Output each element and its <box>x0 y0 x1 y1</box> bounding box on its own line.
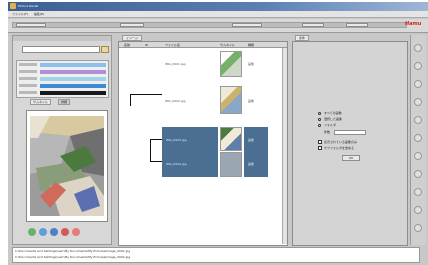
row-3-thumbnail[interactable] <box>220 127 242 151</box>
row-1-type: 画像 <box>248 62 255 66</box>
option-radio-2[interactable] <box>318 118 321 121</box>
column-type[interactable]: 種類 <box>248 43 254 47</box>
option-check-1[interactable] <box>318 140 322 144</box>
color-button-blue[interactable] <box>39 228 47 236</box>
tree-line-2h <box>150 139 162 140</box>
row-3-type: 画像 <box>248 138 255 142</box>
row-2-type: 画像 <box>248 99 255 103</box>
menu-file[interactable]: ファイル(F) <box>12 12 28 16</box>
preview-image <box>30 116 104 216</box>
tool-icon-2[interactable] <box>414 62 422 70</box>
title-bar <box>8 2 428 11</box>
row-3-file: IMG_0003.jpg <box>166 138 187 142</box>
row-1-thumbnail[interactable] <box>220 51 242 77</box>
option-label-5: サブフォルダを含める <box>324 146 355 150</box>
toolbar-button-3[interactable] <box>232 23 262 27</box>
option-label-2: 選択した画像 <box>324 117 343 121</box>
tab-detail[interactable]: 詳細 <box>58 99 71 105</box>
search-icon[interactable] <box>101 46 109 53</box>
tool-icon-4[interactable] <box>414 98 422 106</box>
option-label-4: 表示されている画像のみ <box>324 140 357 144</box>
level-label-col <box>19 63 37 95</box>
tool-icon-3[interactable] <box>414 80 422 88</box>
tree-line-1 <box>130 94 131 106</box>
color-button-green[interactable] <box>28 228 36 236</box>
center-scrollbar[interactable] <box>282 48 287 244</box>
tool-icon-7[interactable] <box>414 152 422 160</box>
option-label-3: フォルダ <box>324 123 337 127</box>
menu-edit[interactable]: 編集(E) <box>34 12 44 16</box>
brand-logo: Hamu <box>405 21 422 27</box>
menu-bar <box>8 11 428 18</box>
count-field[interactable] <box>334 130 366 135</box>
option-check-2[interactable] <box>318 146 322 150</box>
option-radio-3[interactable] <box>318 124 321 127</box>
option-label-1: すべての画像 <box>324 111 342 115</box>
row-3-type-cell[interactable] <box>244 127 268 177</box>
level-bar-2[interactable] <box>40 70 106 74</box>
search-input[interactable] <box>22 46 100 53</box>
level-bar-1[interactable] <box>40 63 106 67</box>
row-3-selected[interactable] <box>162 127 218 177</box>
column-name[interactable]: 名前 <box>124 43 130 47</box>
count-label: 件数 <box>324 130 331 134</box>
tab-thumbnail[interactable]: サムネイル <box>30 99 51 105</box>
tree-line-2 <box>150 139 151 161</box>
row-4-thumbnail[interactable] <box>220 152 242 177</box>
ok-button[interactable]: OK <box>342 155 360 161</box>
tool-icon-11[interactable] <box>414 224 422 232</box>
level-bar-3[interactable] <box>40 77 106 81</box>
tree-line-3h <box>150 161 162 162</box>
tree-line-1h <box>130 94 162 95</box>
row-2-thumbnail[interactable] <box>220 86 242 114</box>
tool-icon-5[interactable] <box>414 116 422 124</box>
app-icon <box>10 3 16 9</box>
option-radio-1[interactable] <box>318 112 321 115</box>
tool-icon-8[interactable] <box>414 170 422 178</box>
level-bar-4[interactable] <box>40 84 106 88</box>
row-2-file: IMG_0002.jpg <box>165 99 186 103</box>
row-4-type: 画像 <box>248 162 255 166</box>
tool-icon-10[interactable] <box>414 206 422 214</box>
status-line-2: C:\Documents and Settings\user\My Docume… <box>15 255 131 259</box>
left-panel-header <box>13 36 111 41</box>
tool-icon-1[interactable] <box>414 44 422 52</box>
column-id[interactable]: ID <box>145 43 148 47</box>
level-bar-5[interactable] <box>40 91 106 95</box>
toolbar-button-4[interactable] <box>302 23 324 27</box>
color-button-indigo[interactable] <box>50 228 58 236</box>
status-line-1: C:\Documents and Settings\user\My Docume… <box>15 249 131 253</box>
tool-icon-6[interactable] <box>414 134 422 142</box>
color-button-red[interactable] <box>61 228 69 236</box>
window-title: Picture Recall <box>18 4 39 8</box>
row-1-file: IMG_0001.jpg <box>165 62 186 66</box>
column-file[interactable]: ファイル名 <box>165 43 180 47</box>
color-button-pink[interactable] <box>72 228 80 236</box>
toolbar-button-1[interactable] <box>16 23 46 27</box>
row-4-file: IMG_0004.jpg <box>166 162 187 166</box>
toolbar-button-5[interactable] <box>346 23 368 27</box>
column-thumbnail[interactable]: サムネイル <box>220 43 235 47</box>
toolbar-button-2[interactable] <box>120 23 144 27</box>
tool-icon-9[interactable] <box>414 188 422 196</box>
